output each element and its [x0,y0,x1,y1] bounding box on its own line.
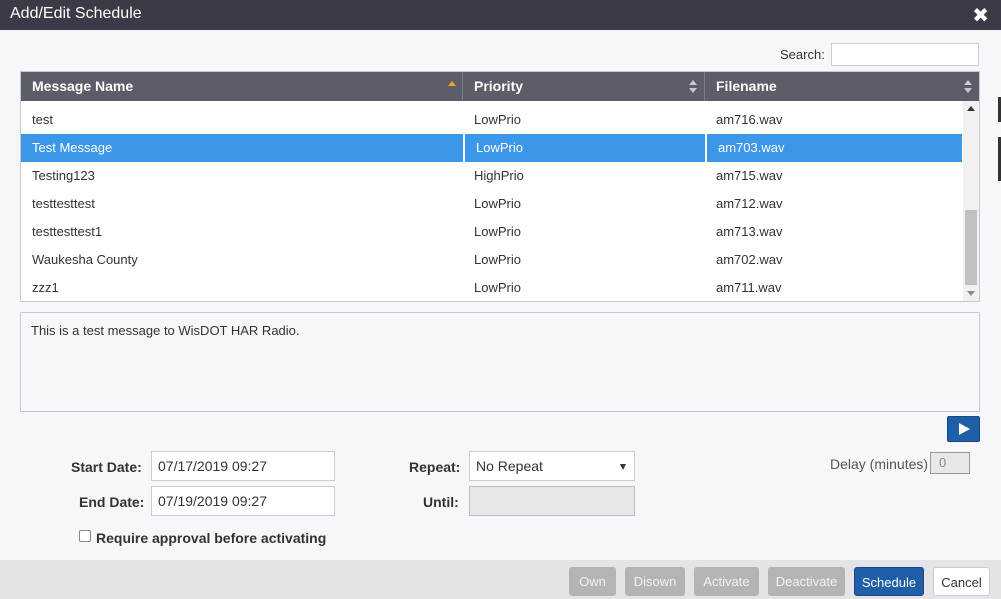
search-label: Search: [780,47,825,62]
delay-input: 0 [930,452,970,474]
repeat-label: Repeat: [409,459,461,475]
sort-ascending-icon [448,81,456,86]
repeat-select[interactable]: No Repeat [469,451,635,481]
dialog-titlebar: Add/Edit Schedule ✖ [0,0,1001,30]
column-header-filename[interactable]: Filename [705,72,979,101]
table-row[interactable]: zzz1 LowPrio am711.wav [21,274,962,301]
dialog-title: Add/Edit Schedule [10,5,142,22]
scroll-up-icon[interactable] [967,106,975,111]
end-date-label: End Date: [79,494,145,510]
play-button[interactable] [947,416,980,442]
message-preview: This is a test message to WisDOT HAR Rad… [20,312,980,412]
sort-icon [964,80,973,94]
deactivate-button: Deactivate [768,567,845,596]
require-approval-label: Require approval before activating [96,530,327,546]
play-icon [959,423,970,435]
table-row[interactable]: test LowPrio am716.wav [21,106,962,134]
start-date-label: Start Date: [71,459,142,475]
end-date-field[interactable]: 07/19/2019 09:27 [151,486,335,516]
dropdown-arrow-icon [620,464,626,470]
column-header-message-name[interactable]: Message Name [21,72,463,101]
disown-button: Disown [625,567,685,596]
table-scrollbar[interactable] [963,101,979,301]
column-header-priority[interactable]: Priority [463,72,705,101]
own-button: Own [569,567,616,596]
activate-button: Activate [694,567,759,596]
table-row-selected[interactable]: Test Message LowPrio am703.wav [21,134,962,162]
start-date-field[interactable]: 07/17/2019 09:27 [151,451,335,481]
dialog-footer: Own Disown Activate Deactivate Schedule … [0,560,1001,599]
delay-label: Delay (minutes) [830,456,929,472]
table-row[interactable]: testtesttest1 LowPrio am713.wav [21,218,962,246]
scroll-down-icon[interactable] [967,291,975,296]
message-text: This is a test message to WisDOT HAR Rad… [31,323,300,338]
table-row[interactable]: Waukesha County LowPrio am702.wav [21,246,962,274]
until-label: Until: [423,494,459,510]
sort-icon [689,80,698,94]
table-header: Message Name Priority Filename [21,72,979,101]
search-input[interactable] [831,43,979,66]
schedule-button[interactable]: Schedule [854,567,924,596]
require-approval-checkbox[interactable] [79,530,91,542]
close-icon[interactable]: ✖ [972,3,989,28]
cancel-button[interactable]: Cancel [933,567,990,596]
until-field [469,486,635,516]
scroll-thumb[interactable] [965,210,977,285]
messages-table: Message Name Priority Filename test LowP… [20,71,980,302]
table-row[interactable]: Testing123 HighPrio am715.wav [21,162,962,190]
table-row[interactable]: testtesttest LowPrio am712.wav [21,190,962,218]
